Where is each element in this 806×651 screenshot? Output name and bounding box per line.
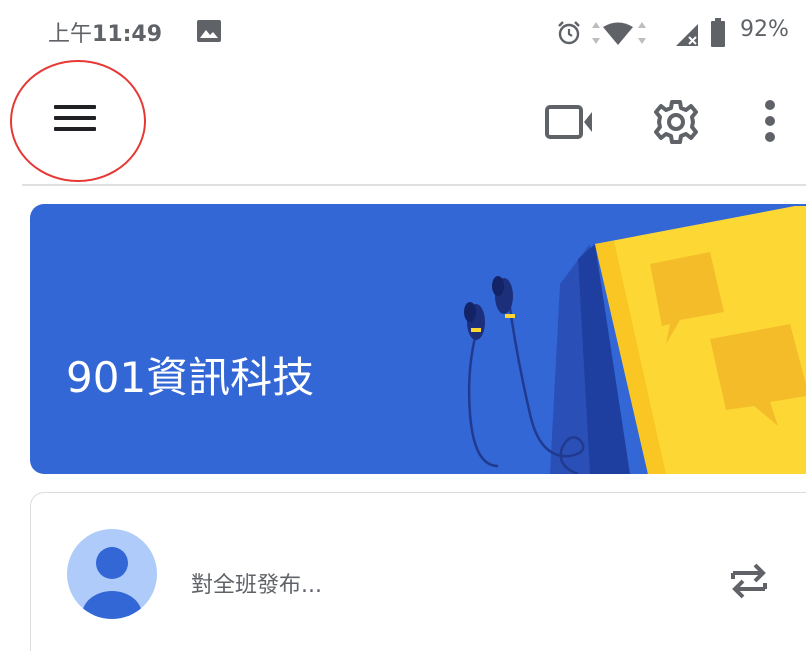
status-time: 上午11:49 — [48, 16, 162, 48]
image-icon — [197, 20, 221, 42]
announce-input[interactable]: 對全班發布... — [191, 567, 322, 599]
class-name: 901資訊科技 — [66, 353, 315, 402]
battery-percent: 92% — [740, 17, 789, 42]
annotation-circle — [10, 60, 146, 182]
wifi-icon — [603, 22, 633, 45]
class-banner[interactable]: 901資訊科技 — [30, 204, 806, 474]
more-vert-icon[interactable] — [764, 100, 776, 142]
cellular-no-service-icon — [676, 24, 698, 46]
classroom-stream-screen: 上午11:49 92% 901資訊科技 對全班發布... — [0, 0, 806, 651]
person-silhouette-icon — [82, 547, 142, 619]
status-time-value: 11:49 — [92, 22, 163, 47]
status-bar: 上午11:49 92% — [0, 0, 806, 64]
repost-icon[interactable] — [727, 557, 771, 605]
status-time-prefix: 上午 — [48, 22, 93, 47]
banner-illustration — [464, 206, 806, 474]
video-camera-icon[interactable] — [544, 103, 596, 141]
announce-card[interactable]: 對全班發布... — [30, 492, 806, 651]
gear-icon[interactable] — [652, 98, 700, 146]
battery-icon — [711, 18, 725, 47]
data-arrows-icon-2 — [638, 22, 646, 44]
app-bar-divider — [22, 184, 806, 186]
alarm-icon — [558, 21, 580, 45]
avatar-icon — [67, 529, 157, 619]
data-arrows-icon — [592, 22, 600, 44]
